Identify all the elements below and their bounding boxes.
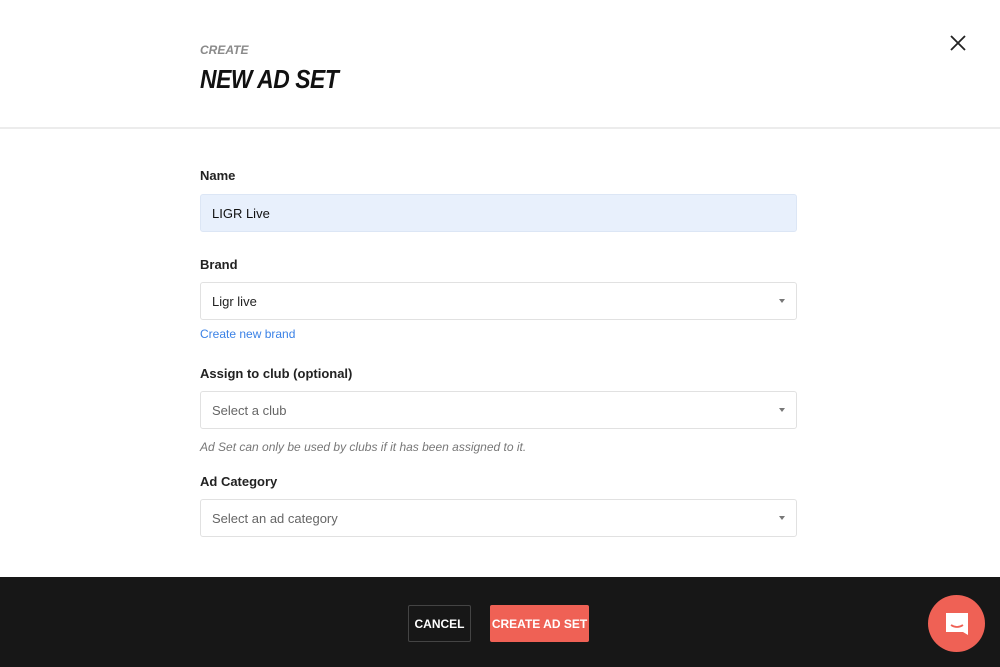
create-ad-set-button[interactable]: CREATE AD SET bbox=[490, 605, 589, 642]
chat-button[interactable] bbox=[928, 595, 985, 652]
caret-down-icon bbox=[779, 516, 785, 520]
modal-header: CREATE NEW AD SET bbox=[0, 0, 1000, 129]
brand-label: Brand bbox=[200, 257, 238, 272]
close-icon bbox=[950, 35, 966, 51]
club-hint: Ad Set can only be used by clubs if it h… bbox=[200, 440, 527, 454]
category-select[interactable]: Select an ad category bbox=[200, 499, 797, 537]
club-label: Assign to club (optional) bbox=[200, 366, 353, 381]
name-label: Name bbox=[200, 168, 236, 183]
modal-footer: CANCEL CREATE AD SET bbox=[0, 577, 1000, 667]
club-placeholder: Select a club bbox=[212, 402, 287, 418]
brand-select[interactable]: Ligr live bbox=[200, 282, 797, 320]
create-brand-link[interactable]: Create new brand bbox=[200, 327, 295, 341]
category-label: Ad Category bbox=[200, 474, 278, 489]
club-select[interactable]: Select a club bbox=[200, 391, 797, 429]
eyebrow: CREATE bbox=[200, 43, 249, 57]
page-title: NEW AD SET bbox=[200, 64, 339, 94]
name-input[interactable]: LIGR Live bbox=[200, 194, 797, 232]
cancel-button[interactable]: CANCEL bbox=[408, 605, 471, 642]
caret-down-icon bbox=[779, 299, 785, 303]
close-button[interactable] bbox=[946, 31, 970, 55]
chat-icon bbox=[945, 612, 968, 635]
name-value: LIGR Live bbox=[212, 205, 270, 221]
category-placeholder: Select an ad category bbox=[212, 510, 338, 526]
caret-down-icon bbox=[779, 408, 785, 412]
brand-value: Ligr live bbox=[212, 293, 257, 309]
